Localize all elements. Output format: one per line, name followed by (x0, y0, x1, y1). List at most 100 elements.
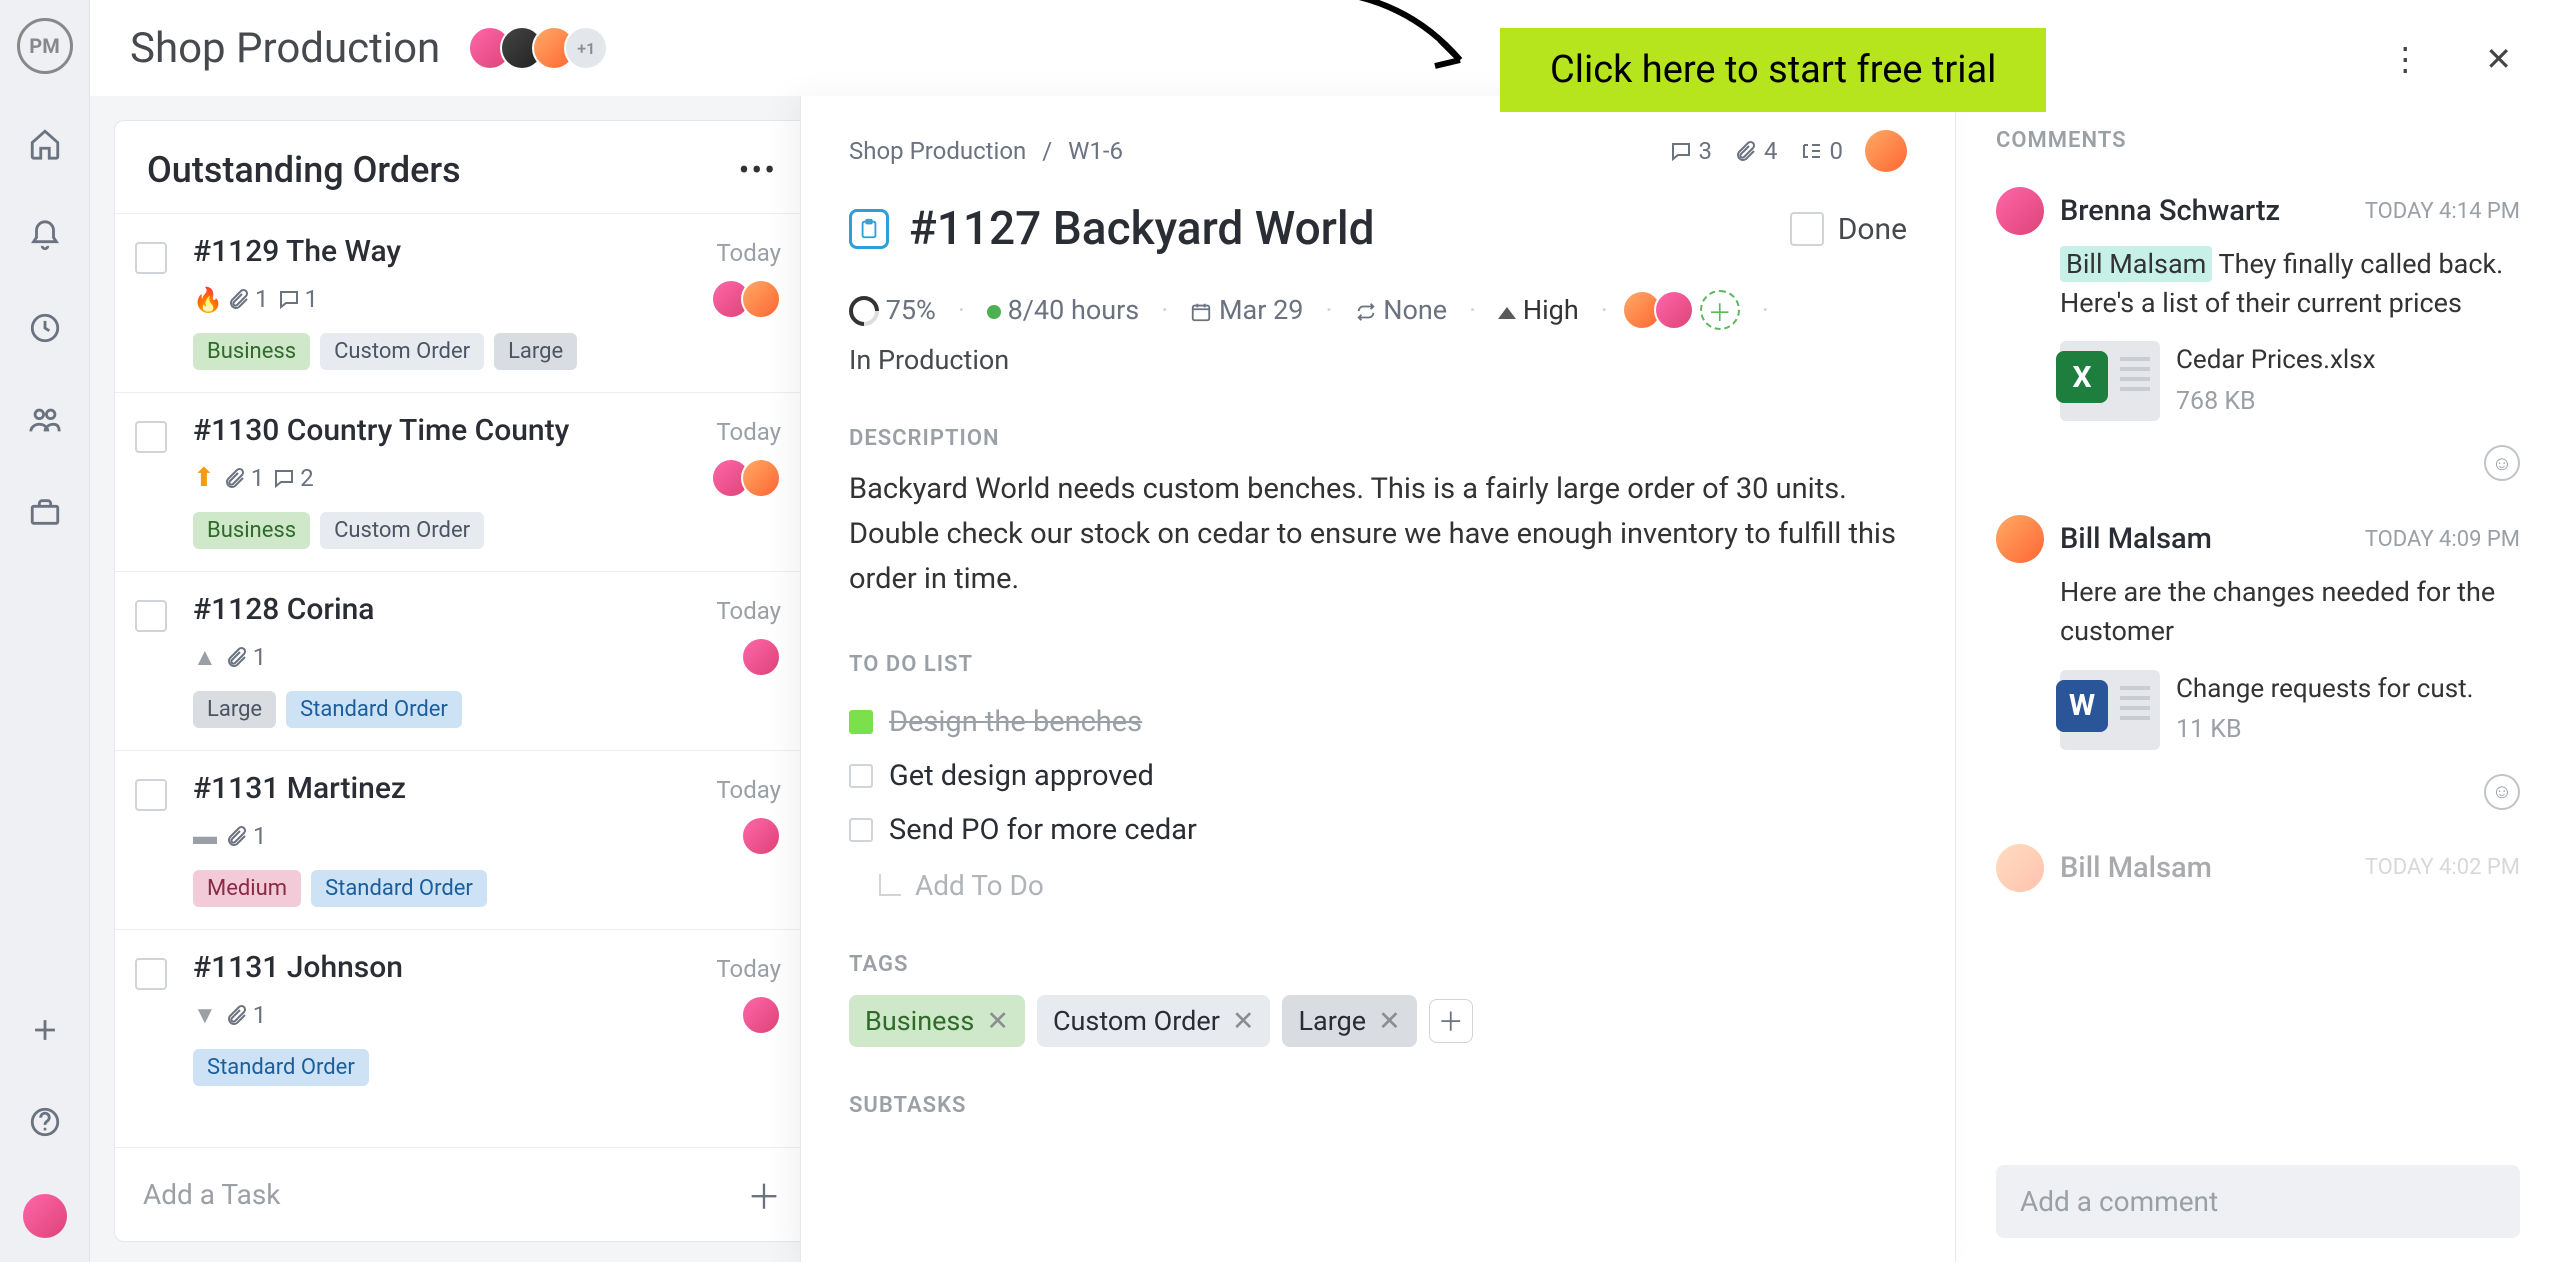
tag[interactable]: Business (193, 512, 310, 549)
project-members[interactable]: +1 (480, 26, 608, 70)
react-icon[interactable]: ☺ (2484, 445, 2520, 481)
add-tag-button[interactable]: ＋ (1429, 999, 1473, 1043)
file-size: 11 KB (2176, 712, 2473, 748)
briefcase-icon[interactable] (25, 492, 65, 532)
comment-time: TODAY 4:09 PM (2365, 527, 2520, 552)
task-card[interactable]: #1131 JohnsonToday ▼ 1 Standard Order (115, 929, 809, 1108)
owner-avatar[interactable] (1865, 130, 1907, 172)
add-task-icon[interactable]: ＋ (747, 1170, 781, 1219)
tag[interactable]: Custom Order ✕ (1037, 995, 1271, 1047)
description-text[interactable]: Backyard World needs custom benches. Thi… (849, 467, 1907, 602)
task-card[interactable]: #1128 CorinaToday ▲ 1 LargeStandard Orde… (115, 571, 809, 750)
help-icon[interactable] (25, 1102, 65, 1142)
tag[interactable]: Standard Order (311, 870, 487, 907)
tag[interactable]: Medium (193, 870, 301, 907)
cta-arrow (1280, 0, 1500, 120)
add-assignee-icon[interactable]: ＋ (1700, 290, 1740, 330)
avatar-more[interactable]: +1 (564, 26, 608, 70)
comment-time: TODAY 4:14 PM (2365, 199, 2520, 224)
card-date: Today (716, 955, 781, 983)
comments-count[interactable]: 3 (1669, 137, 1713, 165)
progress[interactable]: 75% (849, 294, 936, 327)
avatar[interactable] (741, 995, 781, 1035)
users-icon[interactable] (25, 400, 65, 440)
tag[interactable]: Business ✕ (849, 995, 1025, 1047)
attachments-count[interactable]: 4 (1734, 137, 1778, 165)
comments-panel: COMMENTS Brenna Schwartz TODAY 4:14 PM B… (1956, 96, 2560, 1262)
tag[interactable]: Large ✕ (1282, 995, 1416, 1047)
user-avatar[interactable] (23, 1194, 67, 1238)
clock-icon[interactable] (25, 308, 65, 348)
comment-body: Here are the changes needed for the cust… (2060, 573, 2520, 651)
due-date[interactable]: Mar 29 (1190, 294, 1303, 326)
todo-checkbox[interactable] (849, 710, 873, 734)
attachment[interactable]: W Change requests for cust.11 KB (2060, 670, 2520, 750)
task-checkbox[interactable] (135, 242, 167, 274)
todo-label: Send PO for more cedar (889, 813, 1197, 847)
task-detail-panel: Shop Production / W1-6 3 4 0 #1127 Backy… (800, 96, 1956, 1262)
comment-body: Bill Malsam They finally called back. He… (2060, 245, 2520, 323)
tag[interactable]: Custom Order (320, 333, 484, 370)
priority[interactable]: High (1498, 294, 1579, 326)
breadcrumb-item[interactable]: W1-6 (1068, 137, 1123, 165)
task-checkbox[interactable] (135, 958, 167, 990)
breadcrumb-item[interactable]: Shop Production (849, 137, 1026, 165)
task-checkbox[interactable] (135, 779, 167, 811)
task-card[interactable]: #1130 Country Time CountyToday ⬆ 1 2 Bus… (115, 392, 809, 571)
task-title[interactable]: #1127 Backyard World (909, 202, 1770, 256)
task-card[interactable]: #1131 MartinezToday ▬ 1 MediumStandard O… (115, 750, 809, 929)
tag[interactable]: Large (494, 333, 577, 370)
todo-checkbox[interactable] (849, 764, 873, 788)
attachment[interactable]: X Cedar Prices.xlsx768 KB (2060, 341, 2520, 421)
todo-item[interactable]: Get design approved (849, 749, 1907, 803)
hours[interactable]: 8/40 hours (987, 294, 1139, 326)
avatar[interactable] (1996, 515, 2044, 563)
todo-checkbox[interactable] (849, 818, 873, 842)
remove-tag-icon[interactable]: ✕ (1232, 1005, 1255, 1037)
logo[interactable]: PM (17, 18, 73, 74)
cta-banner[interactable]: Click here to start free trial (1500, 28, 2046, 112)
more-icon[interactable]: ⋮ (2389, 40, 2421, 78)
avatar[interactable] (741, 279, 781, 319)
close-icon[interactable]: ✕ (2485, 40, 2512, 78)
task-card[interactable]: #1129 The WayToday 🔥 1 1 BusinessCustom … (115, 213, 809, 392)
tag[interactable]: Custom Order (320, 512, 484, 549)
home-icon[interactable] (25, 124, 65, 164)
column-menu-icon[interactable]: ••• (739, 151, 777, 189)
todo-item[interactable]: Send PO for more cedar (849, 803, 1907, 857)
tag[interactable]: Standard Order (286, 691, 462, 728)
card-date: Today (716, 418, 781, 446)
task-checkbox[interactable] (135, 600, 167, 632)
comment-author: Bill Malsam (2060, 522, 2212, 556)
priority-icon: ▲ (193, 643, 217, 672)
avatar[interactable] (741, 458, 781, 498)
breadcrumb[interactable]: Shop Production / W1-6 (849, 137, 1123, 165)
tag[interactable]: Business (193, 333, 310, 370)
attachment-icon: 1 (225, 822, 267, 850)
avatar[interactable] (1996, 187, 2044, 235)
add-task-label[interactable]: Add a Task (143, 1178, 280, 1211)
remove-tag-icon[interactable]: ✕ (986, 1005, 1009, 1037)
recurrence[interactable]: None (1355, 294, 1448, 326)
bell-icon[interactable] (25, 216, 65, 256)
subtasks-count[interactable]: 0 (1800, 137, 1844, 165)
assignees[interactable]: ＋ (1630, 290, 1740, 330)
task-checkbox[interactable] (135, 421, 167, 453)
todo-label: Design the benches (889, 705, 1142, 739)
card-title: #1131 Martinez (193, 771, 406, 806)
add-icon[interactable] (25, 1010, 65, 1050)
file-icon: W (2060, 670, 2160, 750)
avatar[interactable] (741, 816, 781, 856)
remove-tag-icon[interactable]: ✕ (1378, 1005, 1401, 1037)
react-icon[interactable]: ☺ (2484, 774, 2520, 810)
add-todo[interactable]: Add To Do (879, 869, 1907, 902)
avatar[interactable] (741, 637, 781, 677)
tag[interactable]: Standard Order (193, 1049, 369, 1086)
comment-input[interactable]: Add a comment (1996, 1165, 2520, 1238)
mention[interactable]: Bill Malsam (2060, 246, 2212, 282)
tag[interactable]: Large (193, 691, 276, 728)
status-label[interactable]: In Production (849, 344, 1907, 376)
todo-item[interactable]: Design the benches (849, 695, 1907, 749)
done-checkbox[interactable] (1790, 212, 1824, 246)
card-title: #1130 Country Time County (193, 413, 569, 448)
